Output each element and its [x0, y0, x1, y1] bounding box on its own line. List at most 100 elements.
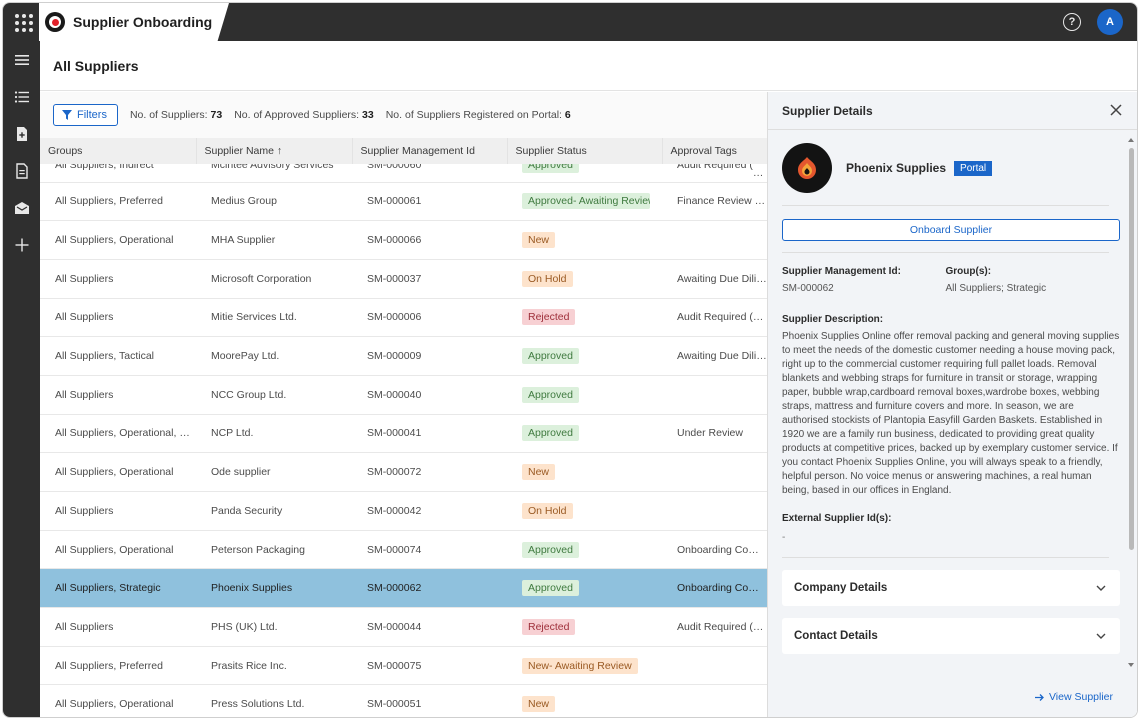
details-panel-footer: View Supplier [768, 677, 1137, 717]
cell-approval-tag-text: Audit Required (online) [677, 620, 767, 633]
close-icon[interactable] [1109, 103, 1123, 117]
nav-item-inbox[interactable] [3, 189, 40, 226]
cell-supplier-name: Phoenix Supplies [196, 568, 352, 609]
cell-supplier-name-text: Phoenix Supplies [211, 582, 293, 595]
status-badge: Rejected [522, 309, 576, 326]
app-launcher-icon[interactable] [13, 12, 33, 32]
cell-approval-tag-text: Onboarding Complete [677, 543, 767, 556]
page-title: All Suppliers [53, 57, 139, 74]
left-nav [3, 41, 40, 717]
cell-group-text: All Suppliers [55, 388, 114, 401]
cell-group: All Suppliers, Indirect [40, 164, 196, 183]
table-row[interactable]: All Suppliers Panda Security SM-000042 On H… [40, 491, 767, 531]
table-row[interactable]: All Suppliers, Operational Ode supplier SM… [40, 452, 767, 492]
cell-management-id: SM-000040 [352, 375, 507, 415]
management-id-value: SM-000062 [782, 283, 834, 294]
table-row[interactable]: All Suppliers, Operational MHA Supplier SM… [40, 220, 767, 260]
arrow-right-icon [1034, 693, 1044, 701]
details-panel-title: Supplier Details [782, 103, 873, 118]
app-title: Supplier Onboarding [73, 14, 213, 30]
table-row[interactable]: All Suppliers Mitie Services Ltd. SM-00000… [40, 298, 767, 338]
user-avatar[interactable]: A [1097, 9, 1123, 35]
top-bar: Supplier Onboarding ? A [3, 3, 1137, 41]
cell-group: All Suppliers [40, 259, 196, 299]
help-icon[interactable]: ? [1063, 13, 1081, 31]
column-header-groups[interactable]: Groups [40, 138, 197, 164]
phoenix-logo-icon [798, 157, 816, 179]
column-header-approval-tags[interactable]: Approval Tags [662, 138, 767, 164]
table-row[interactable]: All Suppliers, Operational Peterson Packa… [40, 530, 767, 570]
filters-button-label: Filters [77, 109, 107, 121]
list-icon [14, 90, 29, 103]
cell-status: On Hold [507, 259, 662, 299]
cell-group: All Suppliers [40, 375, 196, 415]
cell-approval-tag [662, 491, 767, 531]
contact-details-accordion[interactable]: Contact Details [782, 618, 1120, 654]
table-row[interactable]: All Suppliers Microsoft Corporation SM-000… [40, 259, 767, 299]
accordion-label: Company Details [794, 582, 888, 594]
table-row[interactable]: All Suppliers, Operational Press Solution… [40, 684, 767, 717]
cell-supplier-name: NCP Ltd. [196, 414, 352, 454]
description-text: Phoenix Supplies Online offer removal pa… [782, 331, 1120, 496]
cell-management-id: SM-000075 [352, 646, 507, 686]
cell-supplier-name: Peterson Packaging [196, 530, 352, 570]
table-row[interactable]: All Suppliers PHS (UK) Ltd. SM-000044 Rejec… [40, 607, 767, 647]
app-window: Supplier Onboarding ? A All Suppliers Fi… [2, 2, 1138, 718]
cell-approval-tag [662, 684, 767, 717]
cell-management-id-text: SM-000040 [367, 388, 422, 401]
scroll-up-arrow-icon[interactable] [1128, 138, 1134, 142]
table-row[interactable]: All Suppliers, Preferred Medius Group SM-0… [40, 182, 767, 222]
status-badge: New [522, 696, 556, 713]
table-row[interactable]: All Suppliers, Strategic Phoenix Supplies… [40, 568, 767, 609]
cell-supplier-name-text: Microsoft Corporation [211, 272, 312, 285]
nav-item-list[interactable] [3, 78, 40, 115]
table-row[interactable]: All Suppliers, Operational, Preferred NCP… [40, 414, 767, 454]
cell-supplier-name: Microsoft Corporation [196, 259, 352, 299]
external-id-value: - [782, 532, 786, 543]
table-row[interactable]: All Suppliers, Preferred Prasits Rice Inc… [40, 646, 767, 686]
cell-supplier-name-text: PHS (UK) Ltd. [211, 620, 278, 633]
column-header-status[interactable]: Supplier Status [507, 138, 663, 164]
sort-ascending-icon: ↑ [276, 145, 283, 157]
groups-value: All Suppliers; Strategic [945, 283, 1047, 294]
nav-item-document[interactable] [3, 152, 40, 189]
status-badge: Approved [522, 580, 579, 597]
supplier-details-panel: Supplier Details Phoenix Supplies Portal [767, 92, 1137, 717]
cell-group: All Suppliers, Preferred [40, 646, 196, 686]
nav-menu-toggle[interactable] [3, 41, 40, 78]
cell-supplier-name-text: Peterson Packaging [211, 543, 305, 556]
table-header-row: Groups Supplier Name ↑ Supplier Manageme… [40, 138, 767, 164]
cell-group: All Suppliers, Operational [40, 684, 196, 717]
cell-management-id: SM-000072 [352, 452, 507, 492]
cell-management-id-text: SM-000006 [367, 311, 422, 324]
cell-approval-tag: Onboarding Complete [662, 568, 767, 609]
cell-approval-tag: Finance Review Required [662, 182, 767, 222]
filters-button[interactable]: Filters [53, 104, 118, 126]
column-header-supplier-name[interactable]: Supplier Name ↑ [196, 138, 353, 164]
onboard-supplier-button[interactable]: Onboard Supplier [782, 219, 1120, 241]
cell-status: Rejected [507, 607, 662, 647]
hamburger-icon [14, 54, 29, 65]
details-scrollbar[interactable] [1127, 136, 1135, 667]
cell-management-id: SM-000074 [352, 530, 507, 570]
nav-item-add[interactable] [3, 226, 40, 263]
cell-status: New- Awaiting Review [507, 646, 662, 686]
scroll-down-arrow-icon[interactable] [1128, 663, 1134, 667]
column-header-management-id[interactable]: Supplier Management Id [352, 138, 508, 164]
cell-status: New [507, 452, 662, 492]
cell-group-text: All Suppliers, Indirect [55, 164, 154, 171]
cell-group-text: All Suppliers, Tactical [55, 350, 155, 363]
cell-approval-tag: Awaiting Due Diligence [662, 336, 767, 376]
table-row[interactable]: All Suppliers, Tactical MoorePay Ltd. SM-0… [40, 336, 767, 376]
table-row[interactable]: All Suppliers NCC Group Ltd. SM-000040 Appr… [40, 375, 767, 415]
scroll-thumb[interactable] [1129, 148, 1134, 550]
cell-supplier-name: MHA Supplier [196, 220, 352, 260]
nav-item-add-document[interactable] [3, 115, 40, 152]
company-details-accordion[interactable]: Company Details [782, 570, 1120, 606]
table-row[interactable]: All Suppliers, Indirect Mcintee Advisory … [40, 164, 767, 183]
view-supplier-link[interactable]: View Supplier [1034, 691, 1113, 703]
cell-management-id-text: SM-000060 [367, 164, 422, 171]
groups-label: Group(s): [945, 266, 992, 277]
cell-group: All Suppliers [40, 607, 196, 647]
cell-approval-tag [662, 220, 767, 260]
